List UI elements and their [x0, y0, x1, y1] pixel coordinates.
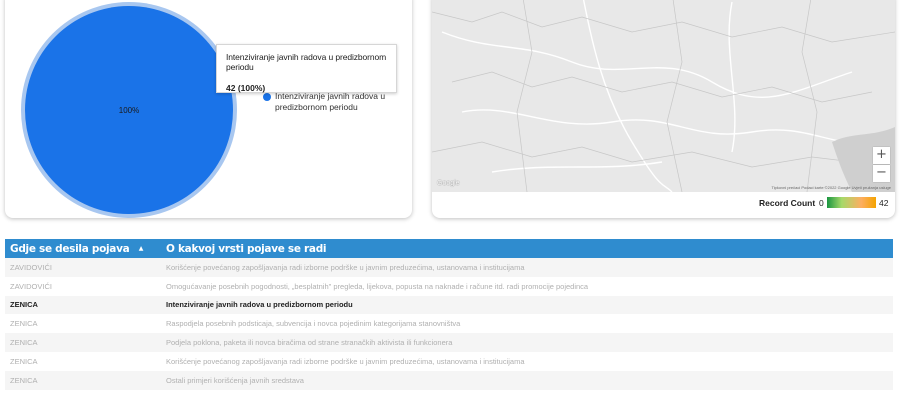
- tooltip-value: 42 (100%): [226, 83, 266, 93]
- record-count-label: Record Count: [759, 198, 816, 208]
- pie-chart-card: 100% Intenziviranje javnih radova u pred…: [5, 0, 412, 218]
- cell-type: Korišćenje povećanog zapošljavanja radi …: [166, 356, 525, 366]
- cell-place: ZENICA: [10, 300, 38, 310]
- google-logo[interactable]: Google: [437, 180, 460, 187]
- record-count-gradient: [827, 197, 876, 208]
- record-count-min: 0: [819, 198, 824, 208]
- column-header-place[interactable]: Gdje se desila pojava ▲: [5, 239, 161, 258]
- cell-place: ZAVIDOVIĆI: [10, 262, 52, 272]
- column-header-place-label: Gdje se desila pojava: [10, 242, 130, 255]
- cell-type: Podjela poklona, paketa ili novca birači…: [166, 338, 453, 348]
- table-row[interactable]: ZENICA Korišćenje povećanog zapošljavanja…: [5, 351, 893, 371]
- table-row[interactable]: ZENICA Podjela poklona, paketa ili novca …: [5, 333, 893, 352]
- map-roads: [432, 0, 895, 192]
- pie-legend-item[interactable]: Intenziviranje javnih radova u predizbor…: [263, 91, 393, 113]
- geo-map[interactable]: Google Tipkovni prečaci Podaci karte ©20…: [432, 0, 895, 192]
- column-header-type-label: O kakvoj vrsti pojave se radi: [166, 242, 327, 255]
- pie-slice-label: 100%: [119, 106, 139, 115]
- pie-tooltip: Intenziviranje javnih radova u predizbor…: [216, 44, 397, 93]
- column-header-type[interactable]: O kakvoj vrsti pojave se radi: [161, 239, 893, 258]
- map-card: Google Tipkovni prečaci Podaci karte ©20…: [432, 0, 895, 218]
- zoom-in-button[interactable]: +: [873, 147, 890, 164]
- table-header-row: Gdje se desila pojava ▲ O kakvoj vrsti p…: [5, 239, 893, 258]
- legend-dot-icon: [263, 93, 271, 101]
- zoom-out-button[interactable]: −: [873, 165, 890, 182]
- cell-type: Intenziviranje javnih radova u predizbor…: [166, 300, 353, 310]
- cell-place: ZENICA: [10, 375, 38, 385]
- cell-place: ZENICA: [10, 319, 38, 329]
- record-count-max: 42: [879, 198, 889, 208]
- tooltip-title: Intenziviranje javnih radova u predizbor…: [226, 52, 387, 72]
- sort-ascending-icon[interactable]: ▲: [139, 245, 144, 252]
- cell-type: Ostali primjeri korišćenja javnih sredst…: [166, 375, 304, 385]
- table-body: ZAVIDOVIĆI Korišćenje povećanog zapošljav…: [5, 258, 893, 390]
- cell-type: Korišćenje povećanog zapošljavanja radi …: [166, 262, 525, 272]
- cell-place: ZENICA: [10, 356, 38, 366]
- table-row[interactable]: ZENICA Ostali primjeri korišćenja javnih …: [5, 370, 893, 390]
- data-table: Gdje se desila pojava ▲ O kakvoj vrsti p…: [5, 239, 893, 390]
- cell-place: ZAVIDOVIĆI: [10, 281, 52, 291]
- pie-legend-label: Intenziviranje javnih radova u predizbor…: [275, 91, 386, 112]
- cell-type: Raspodjela posebnih podsticaja, subvenci…: [166, 319, 461, 329]
- table-row[interactable]: ZENICA Raspodjela posebnih podsticaja, su…: [5, 314, 893, 334]
- table-row[interactable]: ZAVIDOVIĆI Korišćenje povećanog zapošljav…: [5, 258, 893, 277]
- cell-place: ZENICA: [10, 338, 38, 348]
- map-credit[interactable]: Tipkovni prečaci Podaci karte ©2022 Goog…: [771, 185, 891, 190]
- table-row[interactable]: ZAVIDOVIĆI Omogućavanje posebnih pogodnos…: [5, 276, 893, 296]
- cell-type: Omogućavanje posebnih pogodnosti, „bespl…: [166, 281, 589, 291]
- table-row[interactable]: ZENICA Intenziviranje javnih radova u pre…: [5, 295, 893, 315]
